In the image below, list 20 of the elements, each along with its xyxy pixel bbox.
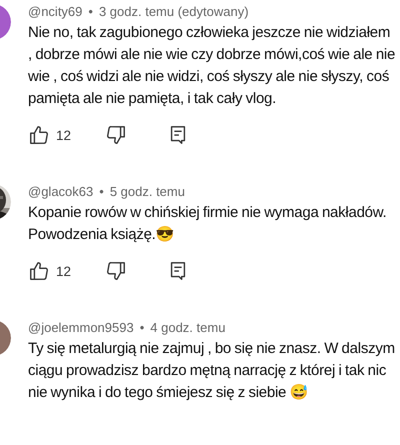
- dislike-button[interactable]: [105, 260, 128, 282]
- author-name[interactable]: @glacok63: [28, 184, 94, 198]
- comment-time: 3 godz. temu (edytowany): [98, 4, 249, 18]
- thumb-down-icon: [105, 260, 128, 282]
- comment-text: Nie no, tak zagubionego człowieka jeszcze nie widziałem , dobrze mówi ale nie wie czy dobrze mówi,coś wie ale nie wie , coś widzi ale nie widzi, coś słyszy ale nie słyszy, coś pamięta ale nie pamięta, i tak cały vlog.: [28, 23, 396, 109]
- thumb-up-icon: [28, 260, 50, 282]
- dislike-button[interactable]: [105, 124, 128, 146]
- comment-time: 5 godz. temu: [110, 184, 185, 198]
- comment-text: Ty się metalurgią nie zajmuj , bo się nie znasz. W dalszym ciągu prowadzisz bardzo mętną narrację z której i tak nic nie wynika i do tego śmiejesz się z siebie 😅: [28, 339, 396, 403]
- comment-time: 4 godz. temu: [150, 320, 226, 334]
- thumb-down-icon: [105, 124, 128, 146]
- like-button[interactable]: 12: [28, 260, 72, 282]
- like-button[interactable]: 12: [28, 124, 72, 146]
- separator-dot: •: [99, 184, 104, 198]
- thumb-up-icon: [28, 124, 50, 146]
- author-name[interactable]: @ncity69: [28, 4, 82, 18]
- separator-dot: •: [140, 320, 144, 334]
- author-name[interactable]: @joelemmon9593: [28, 320, 134, 334]
- comment-text: Kopanie rowów w chińskiej firmie nie wymaga nakładów. Powodzenia książę.😎: [28, 203, 388, 245]
- separator-dot: •: [88, 4, 93, 18]
